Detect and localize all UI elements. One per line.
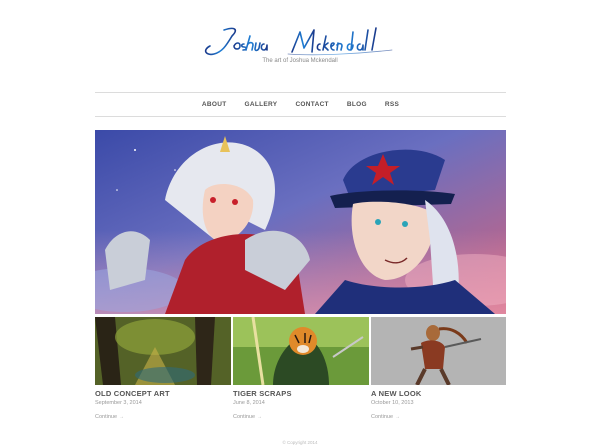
post-date: September 3, 2014	[95, 400, 142, 406]
nav-item-contact[interactable]: CONTACT	[295, 101, 328, 108]
arrow-right-icon: →	[395, 414, 401, 420]
continue-label: Continue	[95, 414, 118, 420]
continue-label: Continue	[371, 414, 394, 420]
post-title[interactable]: OLD CONCEPT ART	[95, 389, 231, 398]
continue-label: Continue	[233, 414, 256, 420]
arrow-right-icon: →	[119, 414, 125, 420]
post-thumbnail-a-new-look[interactable]	[371, 317, 507, 385]
post-thumbnail-tiger-scraps[interactable]	[233, 317, 369, 385]
post-thumbnail-old-concept-art[interactable]	[95, 317, 231, 385]
warrior-illustration	[371, 317, 506, 385]
site-footer: © Copyright 2014	[282, 440, 318, 445]
nav-item-rss[interactable]: RSS	[385, 101, 399, 108]
post-tiger-scraps: TIGER SCRAPS June 8, 2014 Continue →	[233, 389, 369, 420]
continue-link[interactable]: Continue →	[371, 414, 507, 420]
site-tagline: The art of Joshua Mckendall	[262, 58, 338, 64]
nav-item-gallery[interactable]: GALLERY	[245, 101, 278, 108]
arrow-right-icon: →	[257, 414, 263, 420]
nav-item-blog[interactable]: BLOG	[347, 101, 367, 108]
main-nav: ABOUT GALLERY CONTACT BLOG RSS	[95, 92, 506, 117]
forest-illustration	[95, 317, 231, 385]
continue-link[interactable]: Continue →	[233, 414, 369, 420]
post-thumbnails	[95, 317, 506, 385]
tiger-illustration	[233, 317, 369, 385]
hero-artwork[interactable]	[95, 130, 506, 314]
post-a-new-look: A NEW LOOK October 10, 2013 Continue →	[371, 389, 507, 420]
site-header: The art of Joshua Mckendall	[0, 0, 600, 92]
post-date: October 10, 2013	[371, 400, 414, 406]
nav-item-about[interactable]: ABOUT	[202, 101, 227, 108]
continue-link[interactable]: Continue →	[95, 414, 231, 420]
post-old-concept-art: OLD CONCEPT ART September 3, 2014 Contin…	[95, 389, 231, 420]
post-title[interactable]: A NEW LOOK	[371, 389, 507, 398]
hero-illustration	[95, 130, 506, 314]
post-title[interactable]: TIGER SCRAPS	[233, 389, 369, 398]
post-date: June 8, 2014	[233, 400, 265, 406]
